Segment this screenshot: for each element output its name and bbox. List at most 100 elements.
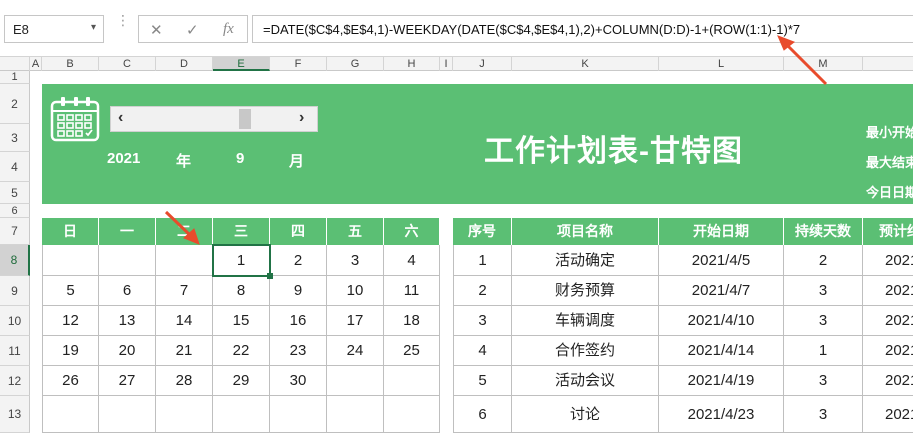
calendar-day-cell[interactable]: 14 — [156, 306, 213, 336]
project-table-cell[interactable]: 2021/4/7 — [659, 276, 784, 306]
insert-function-icon[interactable]: fx — [223, 21, 234, 38]
calendar-day-cell[interactable]: 30 — [270, 366, 327, 396]
name-box[interactable]: E8 ▾ — [4, 15, 104, 43]
project-table-cell[interactable]: 2021/4/21 — [863, 366, 913, 396]
chevron-right-icon[interactable]: › — [299, 109, 304, 127]
calendar-day-cell[interactable]: 25 — [384, 336, 440, 366]
row-header-8[interactable]: 8 — [0, 245, 30, 276]
project-table-cell[interactable]: 3 — [784, 366, 863, 396]
project-table-cell[interactable]: 2 — [453, 276, 512, 306]
project-table-cell[interactable]: 3 — [453, 306, 512, 336]
project-table-cell[interactable]: 2021/4/23 — [659, 396, 784, 433]
column-header-b[interactable]: B — [42, 57, 99, 71]
project-table-cell[interactable]: 讨论 — [512, 396, 659, 433]
calendar-day-cell[interactable] — [327, 396, 384, 433]
project-table-cell[interactable]: 3 — [784, 306, 863, 336]
column-header-d[interactable]: D — [156, 57, 213, 71]
project-table-cell[interactable]: 2021/4/25 — [863, 396, 913, 433]
column-header-l[interactable]: L — [659, 57, 784, 71]
column-header-g[interactable]: G — [327, 57, 384, 71]
row-header-7[interactable]: 7 — [0, 218, 30, 245]
calendar-day-cell[interactable] — [213, 396, 270, 433]
calendar-day-cell[interactable]: 23 — [270, 336, 327, 366]
calendar-day-cell[interactable]: 8 — [213, 276, 270, 306]
column-header-m[interactable]: M — [784, 57, 863, 71]
column-header-h[interactable]: H — [384, 57, 440, 71]
row-header-5[interactable]: 5 — [0, 182, 30, 204]
column-header-k[interactable]: K — [512, 57, 659, 71]
calendar-day-cell[interactable]: 6 — [99, 276, 156, 306]
project-table-cell[interactable]: 4 — [453, 336, 512, 366]
calendar-day-cell[interactable]: 3 — [327, 245, 384, 276]
project-table-cell[interactable]: 2 — [784, 245, 863, 276]
project-table-cell[interactable]: 5 — [453, 366, 512, 396]
calendar-day-cell[interactable] — [42, 245, 99, 276]
calendar-day-cell[interactable]: 10 — [327, 276, 384, 306]
chevron-left-icon[interactable]: ‹ — [118, 109, 123, 127]
more-options-icon[interactable]: ⋮ — [116, 12, 131, 29]
calendar-day-cell[interactable] — [156, 245, 213, 276]
calendar-day-cell[interactable]: 26 — [42, 366, 99, 396]
fill-handle[interactable] — [267, 273, 273, 279]
calendar-day-cell[interactable]: 24 — [327, 336, 384, 366]
calendar-day-cell[interactable]: 17 — [327, 306, 384, 336]
chevron-down-icon[interactable]: ▾ — [91, 22, 96, 33]
column-header-e[interactable]: E — [213, 57, 270, 71]
project-table-cell[interactable]: 1 — [784, 336, 863, 366]
project-table-cell[interactable]: 2021/4/10 — [659, 306, 784, 336]
column-header-n[interactable] — [863, 57, 913, 71]
project-table-cell[interactable]: 3 — [784, 396, 863, 433]
formula-input[interactable]: =DATE($C$4,$E$4,1)-WEEKDAY(DATE($C$4,$E$… — [252, 15, 913, 43]
project-table-cell[interactable]: 2021/4/9 — [863, 276, 913, 306]
row-header-13[interactable]: 13 — [0, 396, 30, 433]
calendar-day-cell[interactable]: 15 — [213, 306, 270, 336]
column-header-a[interactable]: A — [30, 57, 42, 71]
calendar-day-cell[interactable]: 28 — [156, 366, 213, 396]
project-table-cell[interactable]: 合作签约 — [512, 336, 659, 366]
column-header-c[interactable]: C — [99, 57, 156, 71]
project-table-cell[interactable]: 3 — [784, 276, 863, 306]
column-header-f[interactable]: F — [270, 57, 327, 71]
project-table-cell[interactable]: 活动会议 — [512, 366, 659, 396]
select-all-corner[interactable] — [0, 57, 30, 71]
calendar-day-cell[interactable]: 2 — [270, 245, 327, 276]
row-header-9[interactable]: 9 — [0, 276, 30, 306]
calendar-day-cell[interactable] — [156, 396, 213, 433]
calendar-day-cell[interactable]: 11 — [384, 276, 440, 306]
row-header-12[interactable]: 12 — [0, 366, 30, 396]
calendar-day-cell[interactable]: 5 — [42, 276, 99, 306]
project-table-cell[interactable]: 2021/4/14 — [863, 336, 913, 366]
calendar-day-cell[interactable] — [99, 396, 156, 433]
calendar-day-cell[interactable]: 21 — [156, 336, 213, 366]
month-scroll-control[interactable]: ‹ › — [110, 106, 318, 132]
project-table-cell[interactable]: 1 — [453, 245, 512, 276]
calendar-day-cell[interactable]: 27 — [99, 366, 156, 396]
project-table-cell[interactable]: 2021/4/6 — [863, 245, 913, 276]
calendar-day-cell[interactable]: 16 — [270, 306, 327, 336]
row-header-6[interactable]: 6 — [0, 204, 30, 218]
calendar-day-cell[interactable] — [99, 245, 156, 276]
calendar-day-cell[interactable]: 29 — [213, 366, 270, 396]
row-header-3[interactable]: 3 — [0, 124, 30, 152]
project-table-cell[interactable]: 6 — [453, 396, 512, 433]
calendar-day-cell[interactable]: 9 — [270, 276, 327, 306]
calendar-day-cell[interactable]: 18 — [384, 306, 440, 336]
calendar-day-cell[interactable]: 13 — [99, 306, 156, 336]
row-header-11[interactable]: 11 — [0, 336, 30, 366]
calendar-day-cell[interactable] — [327, 366, 384, 396]
row-header-10[interactable]: 10 — [0, 306, 30, 336]
project-table-cell[interactable]: 2021/4/12 — [863, 306, 913, 336]
project-table-cell[interactable]: 2021/4/19 — [659, 366, 784, 396]
project-table-cell[interactable]: 财务预算 — [512, 276, 659, 306]
project-table-cell[interactable]: 车辆调度 — [512, 306, 659, 336]
row-header-2[interactable]: 2 — [0, 84, 30, 124]
column-header-i[interactable]: I — [440, 57, 453, 71]
calendar-day-cell[interactable] — [270, 396, 327, 433]
enter-icon[interactable]: ✓ — [186, 21, 199, 39]
project-table-cell[interactable]: 活动确定 — [512, 245, 659, 276]
column-header-j[interactable]: J — [453, 57, 512, 71]
calendar-day-cell[interactable]: 20 — [99, 336, 156, 366]
calendar-day-cell[interactable] — [384, 396, 440, 433]
calendar-day-cell[interactable] — [42, 396, 99, 433]
calendar-day-cell[interactable] — [384, 366, 440, 396]
